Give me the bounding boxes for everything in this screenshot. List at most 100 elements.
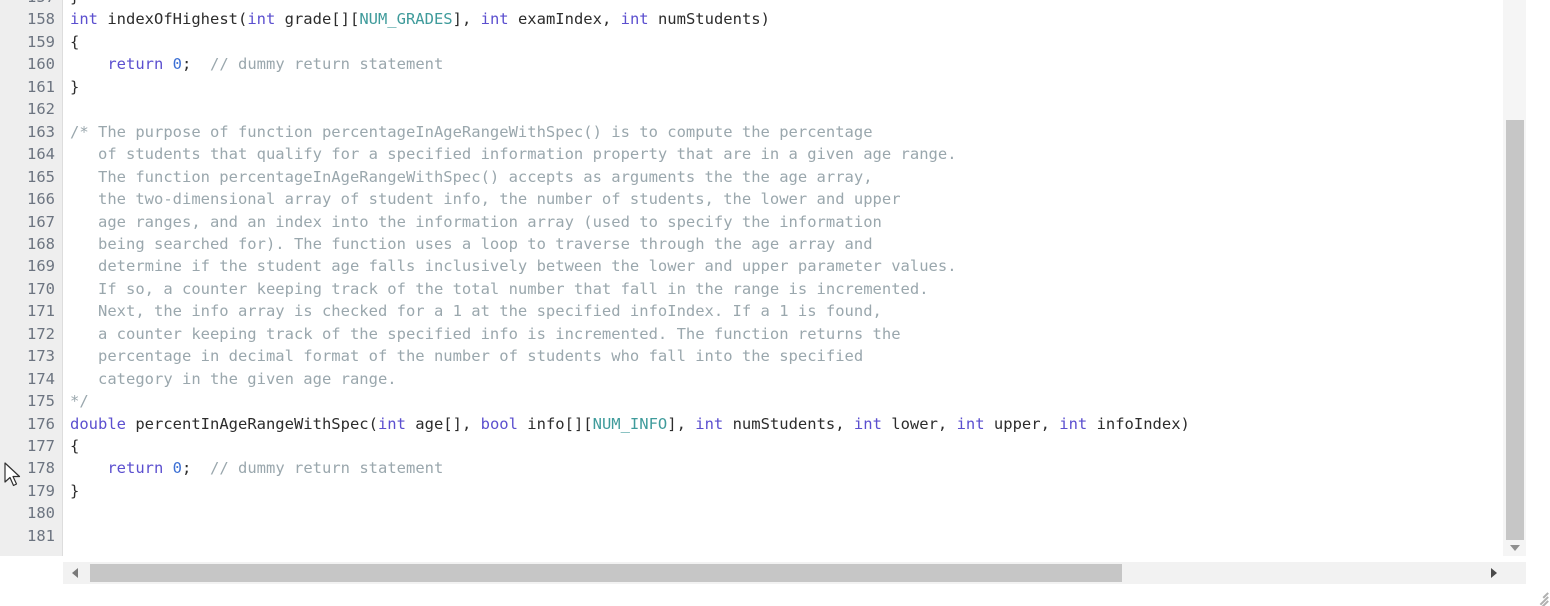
code-line[interactable]: 161} <box>0 76 1526 98</box>
vertical-scrollbar-thumb[interactable] <box>1506 120 1524 540</box>
code-line[interactable]: 163 /* The purpose of function percentage… <box>0 121 1526 143</box>
code-line[interactable]: 166 the two-dimensional array of student… <box>0 188 1526 210</box>
code-line-text[interactable]: { <box>70 435 79 457</box>
code-token: Next, the info array is checked for a 1 … <box>70 302 882 321</box>
code-line-text[interactable]: Next, the info array is checked for a 1 … <box>70 300 882 322</box>
horizontal-scrollbar-thumb[interactable] <box>90 564 1122 582</box>
code-token: If so, a counter keeping track of the to… <box>70 279 929 298</box>
code-token: age[], <box>405 414 481 433</box>
line-number: 165 <box>27 167 55 186</box>
code-line[interactable]: 171 Next, the info array is checked for … <box>0 300 1526 322</box>
code-token: info[][ <box>517 414 593 433</box>
code-line-text[interactable]: } <box>70 76 79 98</box>
line-number: 173 <box>27 347 55 366</box>
code-line[interactable]: 177 { <box>0 435 1526 457</box>
line-number: 160 <box>27 55 55 74</box>
code-line[interactable]: 167 age ranges, and an index into the in… <box>0 211 1526 233</box>
code-token: upper, <box>984 414 1060 433</box>
line-number: 166 <box>27 190 55 209</box>
triangle-left-icon <box>72 568 78 578</box>
code-token: // dummy return statement <box>210 459 444 478</box>
code-token: ; <box>182 55 211 74</box>
code-line-text[interactable]: { <box>70 31 79 53</box>
code-token: determine if the student age falls inclu… <box>70 257 957 276</box>
line-number: 179 <box>27 481 55 500</box>
line-number: 168 <box>27 234 55 253</box>
code-token: int <box>956 414 985 433</box>
code-token: int <box>70 10 98 29</box>
code-line[interactable]: 168 being searched for). The function us… <box>0 233 1526 255</box>
code-line-text[interactable]: age ranges, and an index into the inform… <box>70 211 882 233</box>
code-token: the two-dimensional array of student inf… <box>70 190 901 209</box>
code-line-text[interactable]: /* The purpose of function percentageInA… <box>70 121 873 143</box>
code-token: bool <box>480 414 518 433</box>
line-number: 175 <box>27 392 55 411</box>
code-line-text[interactable]: } <box>70 0 79 8</box>
code-token: being searched for). The function uses a… <box>70 234 873 253</box>
code-line-text[interactable]: int indexOfHighest(int grade[][NUM_GRADE… <box>70 8 770 30</box>
horizontal-scrollbar[interactable] <box>0 562 1526 584</box>
code-line[interactable]: 172 a counter keeping track of the speci… <box>0 323 1526 345</box>
code-line[interactable]: 162 <box>0 98 1526 120</box>
code-token: age ranges, and an index into the inform… <box>70 212 882 231</box>
triangle-right-icon <box>1491 568 1497 578</box>
code-line-text[interactable]: return 0; // dummy return statement <box>70 53 443 75</box>
code-line-text[interactable]: the two-dimensional array of student inf… <box>70 188 901 210</box>
code-line[interactable]: 181 <box>0 525 1526 547</box>
code-token: } <box>70 481 80 500</box>
code-token: The function percentageInAgeRangeWithSpe… <box>70 167 873 186</box>
line-number: 181 <box>27 526 55 545</box>
code-line[interactable]: 174 category in the given age range. <box>0 368 1526 390</box>
code-line-text[interactable]: being searched for). The function uses a… <box>70 233 873 255</box>
code-line-text[interactable]: If so, a counter keeping track of the to… <box>70 278 929 300</box>
code-line-text[interactable]: a counter keeping track of the specified… <box>70 323 901 345</box>
line-number: 163 <box>27 122 55 141</box>
code-token: ], <box>452 10 481 29</box>
code-editor-surface[interactable]: 157}158int indexOfHighest(int grade[][NU… <box>0 0 1526 556</box>
line-number: 171 <box>27 302 55 321</box>
code-token: category in the given age range. <box>70 369 397 388</box>
code-line[interactable]: 158 int indexOfHighest(int grade[][NUM_GR… <box>0 8 1526 30</box>
code-token: } <box>70 77 80 96</box>
code-line[interactable]: 178 return 0; // dummy return statement <box>0 457 1526 479</box>
code-line[interactable]: 165 The function percentageInAgeRangeWit… <box>0 166 1526 188</box>
code-token: numStudents, <box>723 414 854 433</box>
scroll-down-arrow-icon[interactable] <box>1503 540 1526 556</box>
code-line-text[interactable]: double percentInAgeRangeWithSpec(int age… <box>70 413 1190 435</box>
code-token: /* The purpose of function percentageInA… <box>70 122 873 141</box>
code-line[interactable]: 180 <box>0 502 1526 524</box>
resize-grip-icon[interactable] <box>1530 586 1549 606</box>
code-text-area[interactable]: 157}158int indexOfHighest(int grade[][NU… <box>0 0 1526 556</box>
code-line[interactable]: 170 If so, a counter keeping track of th… <box>0 278 1526 300</box>
vertical-scrollbar[interactable] <box>1502 0 1526 556</box>
scroll-right-arrow-button[interactable] <box>1482 562 1506 584</box>
chevron-down-icon <box>1510 545 1520 551</box>
code-line-text[interactable]: determine if the student age falls inclu… <box>70 255 957 277</box>
scroll-left-arrow-button[interactable] <box>63 562 87 584</box>
code-line[interactable]: 179} <box>0 480 1526 502</box>
code-editor-window: 157}158int indexOfHighest(int grade[][NU… <box>0 0 1550 606</box>
code-line[interactable]: 176 double percentInAgeRangeWithSpec(int … <box>0 413 1526 435</box>
code-line-text[interactable]: category in the given age range. <box>70 368 397 390</box>
code-line-text[interactable]: The function percentageInAgeRangeWithSpe… <box>70 166 873 188</box>
code-line-text[interactable]: return 0; // dummy return statement <box>70 457 443 479</box>
code-token: percentage in decimal format of the numb… <box>70 347 864 366</box>
code-line[interactable]: 175 */ <box>0 390 1526 412</box>
line-number: 176 <box>27 414 55 433</box>
code-line-text[interactable]: percentage in decimal format of the numb… <box>70 345 863 367</box>
code-line[interactable]: 157} <box>0 0 1526 8</box>
code-line-text[interactable]: of students that qualify for a specified… <box>70 143 957 165</box>
code-line[interactable]: 160 return 0; // dummy return statement <box>0 53 1526 75</box>
code-line-text[interactable]: } <box>70 480 79 502</box>
code-token: int <box>695 414 724 433</box>
code-line[interactable]: 159 { <box>0 31 1526 53</box>
line-number: 178 <box>27 459 55 478</box>
code-token: return <box>107 459 164 478</box>
code-line[interactable]: 169 determine if the student age falls i… <box>0 255 1526 277</box>
code-line-text[interactable]: */ <box>70 390 89 412</box>
code-token: percentInAgeRangeWithSpec( <box>126 414 378 433</box>
code-line[interactable]: 164 of students that qualify for a speci… <box>0 143 1526 165</box>
code-line[interactable]: 173 percentage in decimal format of the … <box>0 345 1526 367</box>
line-number: 164 <box>27 145 55 164</box>
